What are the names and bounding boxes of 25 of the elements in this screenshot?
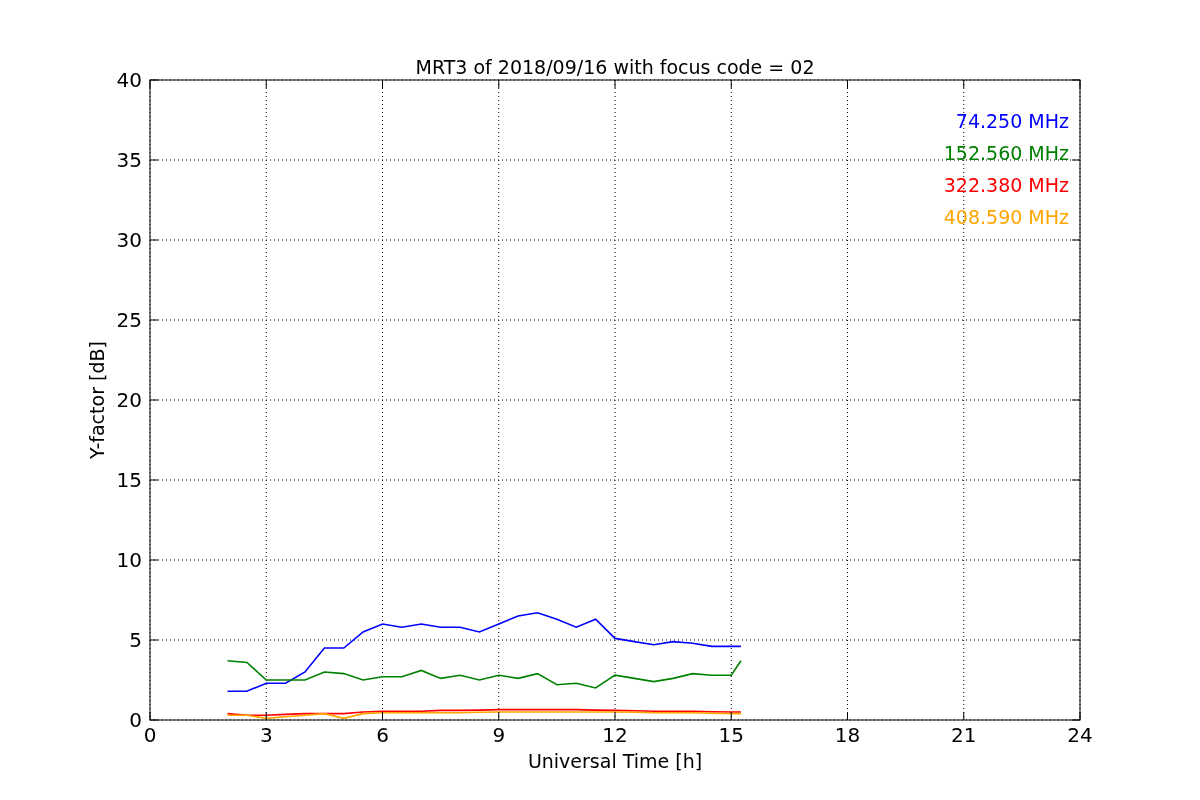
x-tick-label: 3 (259, 723, 273, 747)
y-tick-label: 20 (116, 388, 142, 412)
legend-label: 408.590 MHz (943, 206, 1069, 228)
y-tick-label: 40 (116, 68, 142, 92)
y-tick-label: 30 (116, 228, 142, 252)
y-tick-label: 10 (116, 548, 142, 572)
x-tick-label: 24 (1067, 723, 1093, 747)
x-tick-label: 21 (951, 723, 977, 747)
y-tick-label: 15 (116, 468, 142, 492)
x-axis-label: Universal Time [h] (527, 750, 703, 772)
x-tick-label: 0 (143, 723, 157, 747)
y-tick-label: 5 (129, 628, 142, 652)
x-tick-label: 6 (376, 723, 389, 747)
legend-label: 74.250 MHz (955, 110, 1069, 132)
x-tick-label: 18 (834, 723, 861, 747)
legend-label: 152.560 MHz (943, 142, 1069, 164)
y-tick-label: 25 (116, 308, 142, 332)
y-tick-label: 35 (116, 148, 142, 172)
x-tick-label: 15 (718, 723, 744, 747)
y-tick-label: 0 (129, 708, 142, 732)
x-tick-label: 12 (602, 723, 628, 747)
x-tick-label: 9 (492, 723, 506, 747)
y-axis-label: Y-factor [dB] (86, 341, 108, 459)
chart-title: MRT3 of 2018/09/16 with focus code = 02 (415, 56, 815, 78)
legend-label: 322.380 MHz (943, 174, 1069, 196)
